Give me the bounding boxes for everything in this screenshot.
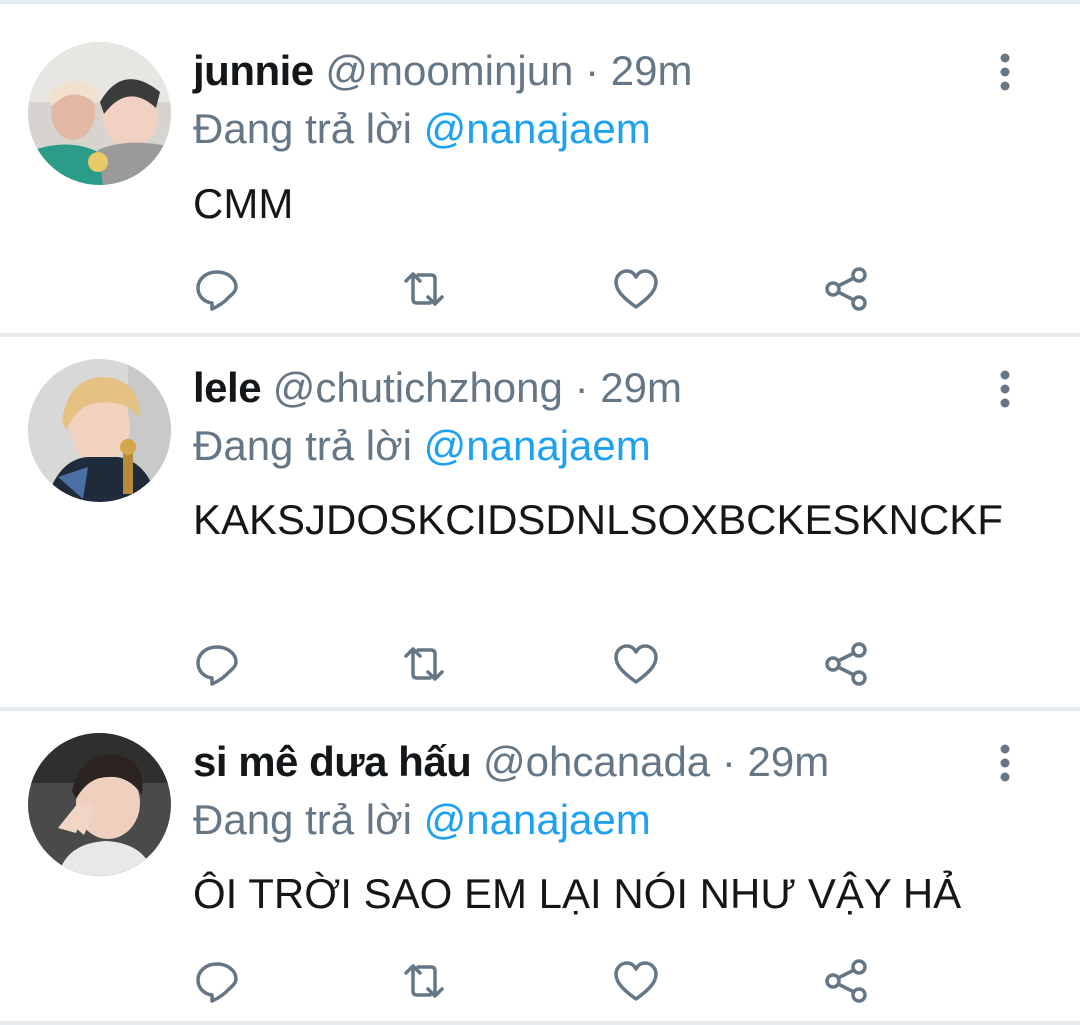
tweet-header: si mê dưa hấu @ohcanada · 29m (193, 737, 829, 787)
action-bar (193, 640, 893, 690)
tweet-text: CMM (193, 180, 294, 227)
reply-prefix: Đang trả lời (193, 422, 412, 469)
action-bar (193, 265, 893, 315)
share-icon[interactable] (823, 957, 871, 1005)
avatar-image (28, 42, 171, 185)
avatar[interactable] (28, 42, 171, 185)
tweet-3[interactable]: si mê dưa hấu @ohcanada · 29m Đang trả l… (0, 711, 1080, 1025)
action-bar (193, 957, 893, 1007)
retweet-icon[interactable] (400, 640, 448, 688)
mention-link[interactable]: @nanajaem (424, 796, 651, 843)
like-icon[interactable] (612, 957, 660, 1005)
user-handle[interactable]: @chutichzhong (273, 364, 563, 411)
mention-link[interactable]: @nanajaem (424, 105, 651, 152)
share-icon[interactable] (823, 265, 871, 313)
timestamp[interactable]: 29m (611, 47, 693, 94)
reply-context: Đang trả lời @nanajaem (193, 795, 651, 845)
reply-prefix: Đang trả lời (193, 796, 412, 843)
user-handle[interactable]: @moominjun (325, 47, 573, 94)
user-handle[interactable]: @ohcanada (483, 738, 710, 785)
reply-context: Đang trả lời @nanajaem (193, 421, 651, 471)
share-icon[interactable] (823, 640, 871, 688)
timestamp[interactable]: 29m (600, 364, 682, 411)
like-icon[interactable] (612, 265, 660, 313)
reply-icon[interactable] (193, 957, 241, 1005)
reply-icon[interactable] (193, 265, 241, 313)
tweet-text: ÔI TRỜI SAO EM LẠI NÓI NHƯ VẬY HẢ (193, 870, 962, 917)
mention-link[interactable]: @nanajaem (424, 422, 651, 469)
avatar-image (28, 733, 171, 876)
retweet-icon[interactable] (400, 957, 448, 1005)
display-name[interactable]: junnie (193, 47, 314, 94)
tweet-header: junnie @moominjun · 29m (193, 46, 692, 96)
more-options-icon[interactable] (985, 42, 1025, 102)
timestamp[interactable]: 29m (748, 738, 830, 785)
separator: · (574, 364, 589, 411)
display-name[interactable]: lele (193, 364, 262, 411)
like-icon[interactable] (612, 640, 660, 688)
separator: · (585, 47, 600, 94)
reply-icon[interactable] (193, 640, 241, 688)
reply-prefix: Đang trả lời (193, 105, 412, 152)
avatar[interactable] (28, 359, 171, 502)
tweet-text: KAKSJDOSKCIDSDNLSOXBCKESKNCKF (193, 496, 1003, 543)
retweet-icon[interactable] (400, 265, 448, 313)
separator: · (721, 738, 736, 785)
display-name[interactable]: si mê dưa hấu (193, 738, 472, 785)
more-options-icon[interactable] (985, 359, 1025, 419)
avatar[interactable] (28, 733, 171, 876)
tweet-1[interactable]: junnie @moominjun · 29m Đang trả lời @na… (0, 0, 1080, 335)
tweet-header: lele @chutichzhong · 29m (193, 363, 682, 413)
tweet-2[interactable]: lele @chutichzhong · 29m Đang trả lời @n… (0, 337, 1080, 707)
more-options-icon[interactable] (985, 733, 1025, 793)
tweet-divider (0, 1021, 1080, 1025)
avatar-image (28, 359, 171, 502)
reply-context: Đang trả lời @nanajaem (193, 104, 651, 154)
